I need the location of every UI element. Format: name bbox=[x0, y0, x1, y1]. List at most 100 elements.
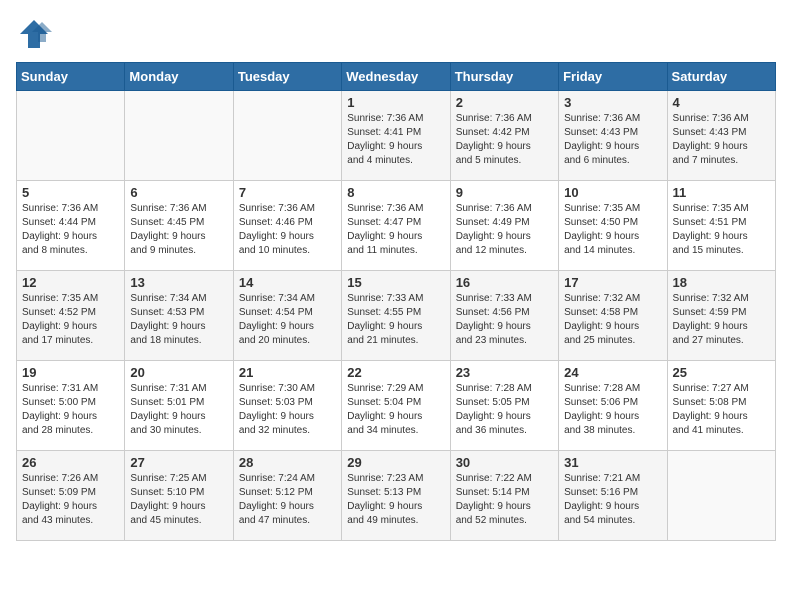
calendar-cell: 2Sunrise: 7:36 AM Sunset: 4:42 PM Daylig… bbox=[450, 91, 558, 181]
day-number: 26 bbox=[22, 455, 119, 470]
day-number: 13 bbox=[130, 275, 227, 290]
calendar-cell bbox=[125, 91, 233, 181]
day-number: 5 bbox=[22, 185, 119, 200]
calendar-cell bbox=[667, 451, 775, 541]
cell-info: Sunrise: 7:35 AM Sunset: 4:52 PM Dayligh… bbox=[22, 292, 119, 348]
cell-info: Sunrise: 7:36 AM Sunset: 4:43 PM Dayligh… bbox=[564, 112, 661, 168]
cell-info: Sunrise: 7:28 AM Sunset: 5:05 PM Dayligh… bbox=[456, 382, 553, 438]
calendar-cell: 5 Sunrise: 7:36 AM Sunset: 4:44 PM Daylig… bbox=[17, 181, 125, 271]
day-number: 29 bbox=[347, 455, 444, 470]
cell-info: Sunrise: 7:36 AM Sunset: 4:47 PM Dayligh… bbox=[347, 202, 444, 258]
day-number: 30 bbox=[456, 455, 553, 470]
calendar-body: 1Sunrise: 7:36 AM Sunset: 4:41 PM Daylig… bbox=[17, 91, 776, 541]
cell-info: Sunrise: 7:31 AM Sunset: 5:00 PM Dayligh… bbox=[22, 382, 119, 438]
cell-info: Sunrise: 7:35 AM Sunset: 4:50 PM Dayligh… bbox=[564, 202, 661, 258]
cell-info: Sunrise: 7:33 AM Sunset: 4:55 PM Dayligh… bbox=[347, 292, 444, 348]
day-number: 15 bbox=[347, 275, 444, 290]
day-number: 12 bbox=[22, 275, 119, 290]
calendar-cell: 22 Sunrise: 7:29 AM Sunset: 5:04 PM Dayli… bbox=[342, 361, 450, 451]
day-number: 11 bbox=[673, 185, 770, 200]
calendar-cell: 3 Sunrise: 7:36 AM Sunset: 4:43 PM Daylig… bbox=[559, 91, 667, 181]
calendar-cell: 26 Sunrise: 7:26 AM Sunset: 5:09 PM Dayli… bbox=[17, 451, 125, 541]
cell-info: Sunrise: 7:36 AM Sunset: 4:45 PM Dayligh… bbox=[130, 202, 227, 258]
weekday-header: Wednesday bbox=[342, 63, 450, 91]
calendar-cell: 29 Sunrise: 7:23 AM Sunset: 5:13 PM Dayli… bbox=[342, 451, 450, 541]
day-number: 8 bbox=[347, 185, 444, 200]
calendar-cell: 8 Sunrise: 7:36 AM Sunset: 4:47 PM Daylig… bbox=[342, 181, 450, 271]
day-number: 28 bbox=[239, 455, 336, 470]
calendar-cell: 11 Sunrise: 7:35 AM Sunset: 4:51 PM Dayli… bbox=[667, 181, 775, 271]
calendar-cell bbox=[233, 91, 341, 181]
calendar-cell: 27Sunrise: 7:25 AM Sunset: 5:10 PM Dayli… bbox=[125, 451, 233, 541]
calendar-cell: 23Sunrise: 7:28 AM Sunset: 5:05 PM Dayli… bbox=[450, 361, 558, 451]
calendar-cell: 13Sunrise: 7:34 AM Sunset: 4:53 PM Dayli… bbox=[125, 271, 233, 361]
page-header bbox=[16, 16, 776, 52]
calendar-cell: 16 Sunrise: 7:33 AM Sunset: 4:56 PM Dayli… bbox=[450, 271, 558, 361]
calendar-header: SundayMondayTuesdayWednesdayThursdayFrid… bbox=[17, 63, 776, 91]
calendar-week-row: 5 Sunrise: 7:36 AM Sunset: 4:44 PM Daylig… bbox=[17, 181, 776, 271]
calendar-cell: 4 Sunrise: 7:36 AM Sunset: 4:43 PM Daylig… bbox=[667, 91, 775, 181]
calendar-week-row: 1Sunrise: 7:36 AM Sunset: 4:41 PM Daylig… bbox=[17, 91, 776, 181]
weekday-row: SundayMondayTuesdayWednesdayThursdayFrid… bbox=[17, 63, 776, 91]
calendar-week-row: 12 Sunrise: 7:35 AM Sunset: 4:52 PM Dayli… bbox=[17, 271, 776, 361]
day-number: 22 bbox=[347, 365, 444, 380]
weekday-header: Tuesday bbox=[233, 63, 341, 91]
calendar-cell: 10 Sunrise: 7:35 AM Sunset: 4:50 PM Dayli… bbox=[559, 181, 667, 271]
cell-info: Sunrise: 7:24 AM Sunset: 5:12 PM Dayligh… bbox=[239, 472, 336, 528]
cell-info: Sunrise: 7:36 AM Sunset: 4:44 PM Dayligh… bbox=[22, 202, 119, 258]
day-number: 14 bbox=[239, 275, 336, 290]
day-number: 18 bbox=[673, 275, 770, 290]
day-number: 16 bbox=[456, 275, 553, 290]
day-number: 7 bbox=[239, 185, 336, 200]
cell-info: Sunrise: 7:27 AM Sunset: 5:08 PM Dayligh… bbox=[673, 382, 770, 438]
day-number: 25 bbox=[673, 365, 770, 380]
calendar-cell: 1Sunrise: 7:36 AM Sunset: 4:41 PM Daylig… bbox=[342, 91, 450, 181]
day-number: 4 bbox=[673, 95, 770, 110]
calendar-cell: 21Sunrise: 7:30 AM Sunset: 5:03 PM Dayli… bbox=[233, 361, 341, 451]
weekday-header: Saturday bbox=[667, 63, 775, 91]
cell-info: Sunrise: 7:29 AM Sunset: 5:04 PM Dayligh… bbox=[347, 382, 444, 438]
calendar-cell: 7 Sunrise: 7:36 AM Sunset: 4:46 PM Daylig… bbox=[233, 181, 341, 271]
day-number: 6 bbox=[130, 185, 227, 200]
weekday-header: Friday bbox=[559, 63, 667, 91]
day-number: 3 bbox=[564, 95, 661, 110]
calendar-cell: 28 Sunrise: 7:24 AM Sunset: 5:12 PM Dayli… bbox=[233, 451, 341, 541]
cell-info: Sunrise: 7:36 AM Sunset: 4:46 PM Dayligh… bbox=[239, 202, 336, 258]
day-number: 24 bbox=[564, 365, 661, 380]
day-number: 21 bbox=[239, 365, 336, 380]
cell-info: Sunrise: 7:26 AM Sunset: 5:09 PM Dayligh… bbox=[22, 472, 119, 528]
cell-info: Sunrise: 7:22 AM Sunset: 5:14 PM Dayligh… bbox=[456, 472, 553, 528]
cell-info: Sunrise: 7:21 AM Sunset: 5:16 PM Dayligh… bbox=[564, 472, 661, 528]
day-number: 20 bbox=[130, 365, 227, 380]
cell-info: Sunrise: 7:36 AM Sunset: 4:43 PM Dayligh… bbox=[673, 112, 770, 168]
day-number: 19 bbox=[22, 365, 119, 380]
logo-icon bbox=[16, 16, 52, 52]
logo bbox=[16, 16, 58, 52]
weekday-header: Sunday bbox=[17, 63, 125, 91]
calendar-cell: 14Sunrise: 7:34 AM Sunset: 4:54 PM Dayli… bbox=[233, 271, 341, 361]
calendar-table: SundayMondayTuesdayWednesdayThursdayFrid… bbox=[16, 62, 776, 541]
calendar-cell: 24Sunrise: 7:28 AM Sunset: 5:06 PM Dayli… bbox=[559, 361, 667, 451]
cell-info: Sunrise: 7:35 AM Sunset: 4:51 PM Dayligh… bbox=[673, 202, 770, 258]
cell-info: Sunrise: 7:36 AM Sunset: 4:42 PM Dayligh… bbox=[456, 112, 553, 168]
calendar-cell: 9 Sunrise: 7:36 AM Sunset: 4:49 PM Daylig… bbox=[450, 181, 558, 271]
calendar-cell: 17 Sunrise: 7:32 AM Sunset: 4:58 PM Dayli… bbox=[559, 271, 667, 361]
calendar-cell: 20Sunrise: 7:31 AM Sunset: 5:01 PM Dayli… bbox=[125, 361, 233, 451]
cell-info: Sunrise: 7:23 AM Sunset: 5:13 PM Dayligh… bbox=[347, 472, 444, 528]
cell-info: Sunrise: 7:36 AM Sunset: 4:49 PM Dayligh… bbox=[456, 202, 553, 258]
calendar-cell: 25 Sunrise: 7:27 AM Sunset: 5:08 PM Dayli… bbox=[667, 361, 775, 451]
calendar-cell: 31Sunrise: 7:21 AM Sunset: 5:16 PM Dayli… bbox=[559, 451, 667, 541]
cell-info: Sunrise: 7:33 AM Sunset: 4:56 PM Dayligh… bbox=[456, 292, 553, 348]
calendar-week-row: 19 Sunrise: 7:31 AM Sunset: 5:00 PM Dayli… bbox=[17, 361, 776, 451]
calendar-cell: 18 Sunrise: 7:32 AM Sunset: 4:59 PM Dayli… bbox=[667, 271, 775, 361]
day-number: 10 bbox=[564, 185, 661, 200]
day-number: 1 bbox=[347, 95, 444, 110]
calendar-cell: 12 Sunrise: 7:35 AM Sunset: 4:52 PM Dayli… bbox=[17, 271, 125, 361]
day-number: 9 bbox=[456, 185, 553, 200]
day-number: 17 bbox=[564, 275, 661, 290]
calendar-cell: 15 Sunrise: 7:33 AM Sunset: 4:55 PM Dayli… bbox=[342, 271, 450, 361]
calendar-cell: 30 Sunrise: 7:22 AM Sunset: 5:14 PM Dayli… bbox=[450, 451, 558, 541]
day-number: 27 bbox=[130, 455, 227, 470]
cell-info: Sunrise: 7:32 AM Sunset: 4:59 PM Dayligh… bbox=[673, 292, 770, 348]
cell-info: Sunrise: 7:32 AM Sunset: 4:58 PM Dayligh… bbox=[564, 292, 661, 348]
